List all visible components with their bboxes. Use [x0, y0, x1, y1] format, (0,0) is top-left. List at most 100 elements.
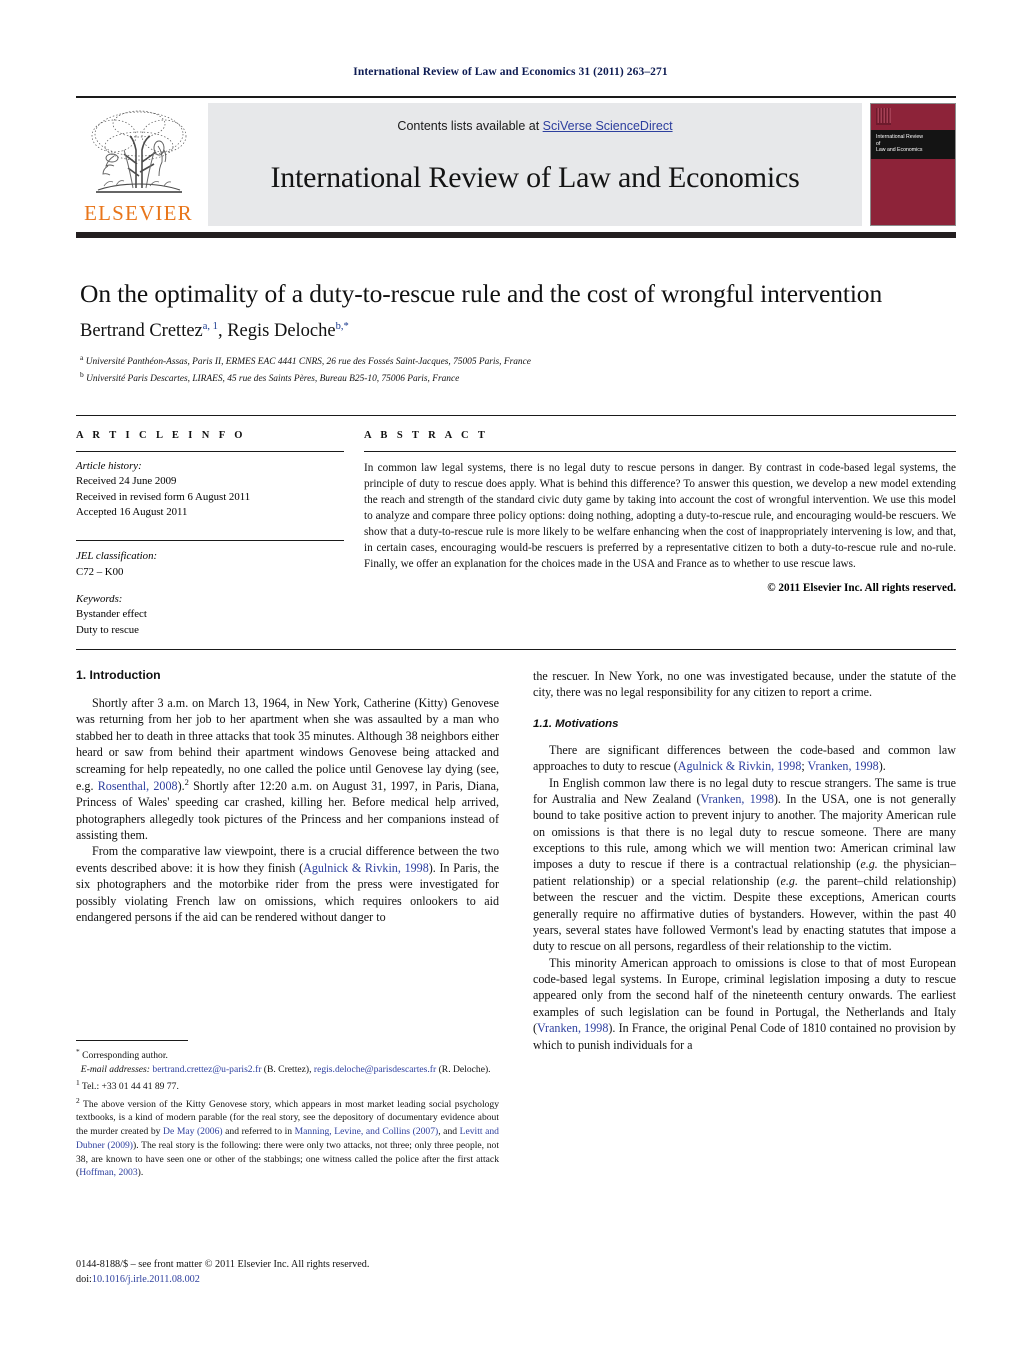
- section-heading-introduction: 1. Introduction: [76, 668, 161, 682]
- latin-abbrev-eg: e.g.: [780, 873, 798, 888]
- contents-line: Contents lists available at SciVerse Sci…: [208, 103, 862, 133]
- journal-cover-thumbnail[interactable]: International Review of Law and Economic…: [870, 103, 956, 226]
- issn-front-matter: 0144-8188/$ – see front matter © 2011 El…: [76, 1259, 370, 1270]
- doi-link[interactable]: 10.1016/j.irle.2011.08.002: [92, 1274, 200, 1285]
- sciencedirect-link[interactable]: SciVerse ScienceDirect: [543, 119, 673, 133]
- info-top-rule: [76, 415, 956, 416]
- affiliation-b-marker: b: [80, 370, 84, 380]
- history-accepted: Accepted 16 August 2011: [76, 505, 188, 518]
- keyword-item: Bystander effect: [76, 608, 147, 621]
- jel-rule: [76, 540, 344, 542]
- email-owner-crettez: (B. Crettez),: [261, 1063, 312, 1075]
- journal-masthead: ELSEVIER Contents lists available at Sci…: [76, 96, 956, 226]
- column-gutter: [344, 430, 364, 638]
- cover-title-line3: Law and Economics: [876, 147, 923, 154]
- author-name-1: Bertrand Crettez: [80, 321, 203, 342]
- article-info-rule: [76, 451, 344, 452]
- body-right-column: the rescuer. In New York, no one was inv…: [533, 668, 956, 1268]
- citation-hoffman[interactable]: Hoffman, 2003: [79, 1167, 137, 1178]
- paragraph-european-codes: This minority American approach to omiss…: [533, 955, 956, 1053]
- doi-line: doi:10.1016/j.irle.2011.08.002: [76, 1273, 576, 1288]
- cover-title-line2: of: [876, 140, 881, 147]
- info-abstract-section: A R T I C L E I N F O Article history: R…: [76, 415, 956, 650]
- affiliations: a Université Panthéon-Assas, Paris II, E…: [80, 353, 960, 387]
- affiliation-a-text: Université Panthéon-Assas, Paris II, ERM…: [85, 357, 531, 368]
- footnote-2: 2 The above version of the Kitty Genoves…: [76, 1096, 499, 1181]
- subsection-heading-motivations: 1.1. Motivations: [533, 717, 619, 730]
- affiliation-b: b Université Paris Descartes, LIRAES, 45…: [80, 370, 960, 387]
- footnote-star: * Corresponding author.: [76, 1047, 168, 1062]
- elsevier-logo: ELSEVIER: [76, 103, 201, 226]
- journal-title: International Review of Law and Economic…: [270, 161, 800, 194]
- corresponding-author-text: Corresponding author.: [79, 1050, 168, 1062]
- citation-rosenthal[interactable]: Rosenthal, 2008: [98, 779, 178, 793]
- page-title: On the optimality of a duty-to-rescue ru…: [80, 279, 883, 308]
- footnote-2-text: ).: [137, 1167, 144, 1179]
- abstract-column: A B S T R A C T In common law legal syst…: [364, 430, 956, 638]
- journal-article-page: International Review of Law and Economic…: [0, 0, 1021, 1351]
- citation-de-may[interactable]: De May (2006): [163, 1126, 223, 1137]
- article-title-block: On the optimality of a duty-to-rescue ru…: [80, 279, 960, 387]
- footnote-1: 1 Tel.: +33 01 44 41 89 77.: [76, 1078, 499, 1094]
- jel-label: JEL classification:: [76, 550, 158, 563]
- masthead-dark-bar: [76, 232, 956, 238]
- journal-banner: Contents lists available at SciVerse Sci…: [208, 103, 862, 226]
- cover-publisher-icon: [876, 108, 891, 125]
- paragraph-motivations-intro: There are significant differences betwee…: [533, 742, 956, 775]
- jel-codes: C72 – K00: [76, 565, 124, 578]
- author-list: Bertrand Cretteza, 1, Regis Delocheb,*: [80, 321, 960, 342]
- keywords-label: Keywords:: [76, 592, 123, 605]
- body-gutter: [499, 668, 533, 1268]
- citation-vranken[interactable]: Vranken, 1998: [808, 759, 879, 773]
- footnote-1-text: Tel.: +33 01 44 41 89 77.: [79, 1080, 179, 1092]
- paragraph-genovese: Shortly after 3 a.m. on March 13, 1964, …: [76, 695, 499, 843]
- keywords-block: Keywords: Bystander effect Duty to rescu…: [76, 592, 344, 638]
- footnote-emails: E-mail addresses: bertrand.crettez@u-par…: [76, 1063, 499, 1077]
- author-name-2: Regis Deloche: [227, 321, 336, 342]
- paragraph-common-law: In English common law there is no legal …: [533, 775, 956, 955]
- citation-manning-levine-collins[interactable]: Manning, Levine, and Collins (2007): [295, 1126, 439, 1137]
- elsevier-wordmark: ELSEVIER: [84, 201, 193, 225]
- article-history: Article history: Received 24 June 2009 R…: [76, 459, 344, 520]
- affiliation-b-text: Université Paris Descartes, LIRAES, 45 r…: [86, 374, 460, 385]
- cover-title-band: International Review of Law and Economic…: [871, 130, 955, 159]
- latin-abbrev-eg: e.g.: [860, 857, 878, 872]
- issn-doi-block: 0144-8188/$ – see front matter © 2011 El…: [76, 1258, 576, 1288]
- doi-prefix: doi:: [76, 1273, 92, 1285]
- footnote-corresponding-author: * Corresponding author.: [76, 1047, 499, 1063]
- info-bottom-rule: [76, 648, 956, 650]
- abstract-rule: [364, 451, 956, 452]
- abstract-heading: A B S T R A C T: [364, 430, 489, 441]
- paragraph-comparative-law: From the comparative law viewpoint, ther…: [76, 843, 499, 925]
- author-2-affiliation-marker[interactable]: b,*: [336, 321, 349, 332]
- affiliation-a-marker: a: [80, 353, 84, 363]
- email-link-deloche[interactable]: regis.deloche@parisdescartes.fr: [314, 1064, 436, 1075]
- abstract-copyright: © 2011 Elsevier Inc. All rights reserved…: [767, 582, 956, 595]
- history-received: Received 24 June 2009: [76, 475, 177, 488]
- citation-vranken[interactable]: Vranken, 1998: [700, 792, 773, 806]
- author-separator: ,: [217, 321, 228, 342]
- citation-agulnick-rivkin[interactable]: Agulnick & Rivkin, 1998: [303, 861, 429, 875]
- para-text: ).: [177, 778, 185, 793]
- footnotes-block: * Corresponding author. E-mail addresses…: [76, 1040, 499, 1180]
- running-head: International Review of Law and Economic…: [353, 66, 668, 78]
- masthead-top-rule: [76, 96, 956, 98]
- elsevier-tree-icon: [91, 110, 186, 193]
- author-1-affiliation-marker[interactable]: a, 1: [203, 321, 218, 332]
- keyword-item: Duty to rescue: [76, 623, 139, 636]
- history-revised: Received in revised form 6 August 2011: [76, 490, 251, 503]
- jel-classification: JEL classification: C72 – K00: [76, 549, 344, 580]
- para-text: ).: [878, 759, 886, 774]
- article-info-column: A R T I C L E I N F O Article history: R…: [76, 430, 344, 638]
- citation-vranken[interactable]: Vranken, 1998: [537, 1021, 608, 1035]
- article-info-heading: A R T I C L E I N F O: [76, 430, 246, 441]
- abstract-text: In common law legal systems, there is no…: [364, 462, 956, 571]
- footnote-separator-rule: [76, 1040, 188, 1041]
- contents-prefix: Contents lists available at: [397, 119, 543, 133]
- footnote-2-text: , and: [438, 1126, 460, 1138]
- affiliation-a: a Université Panthéon-Assas, Paris II, E…: [80, 353, 960, 370]
- citation-agulnick-rivkin[interactable]: Agulnick & Rivkin, 1998: [678, 759, 802, 773]
- article-history-label: Article history:: [76, 460, 142, 472]
- email-link-crettez[interactable]: bertrand.crettez@u-paris2.fr: [152, 1064, 261, 1075]
- info-spacer-1: [76, 520, 344, 530]
